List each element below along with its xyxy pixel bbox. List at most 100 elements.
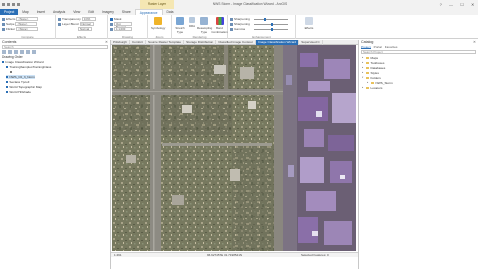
sharpening-slider[interactable] <box>254 18 288 21</box>
map-view[interactable] <box>112 45 356 251</box>
flicker-icon <box>2 27 5 31</box>
flicker-dropdown[interactable]: <None> <box>16 27 39 31</box>
catalog-item[interactable]: ▸ Styles <box>362 71 379 75</box>
list-by-drawing-order-icon[interactable] <box>2 50 6 54</box>
catalog-item[interactable]: ▸ NWS_Storm <box>367 81 393 85</box>
layer-visibility-checkbox[interactable] <box>6 80 9 84</box>
imagery-map <box>112 45 356 251</box>
contents-item[interactable]: Image Classification Wizard <box>2 60 44 64</box>
mask-button[interactable]: Mask <box>114 17 121 21</box>
folder-icon <box>365 71 369 75</box>
folder-icon <box>365 61 369 65</box>
layer-blend-icon <box>58 22 61 26</box>
catalog-tab-favorites[interactable]: Favorites <box>385 45 398 49</box>
chevron-right-icon[interactable]: ▸ <box>367 81 369 85</box>
slider-knob[interactable] <box>271 23 273 26</box>
swipe-dropdown[interactable]: <None> <box>15 22 38 26</box>
close-icon[interactable]: ✕ <box>105 40 110 45</box>
map-coordinates: 96.927457E 31.7198541N <box>207 253 243 257</box>
group-label-drawing: Drawing <box>121 35 133 39</box>
ribbon-group-drawing: Mask Out Beyond 1:1,000 Drawing <box>108 15 148 39</box>
list-by-labeling-icon[interactable] <box>32 50 36 54</box>
contents-pane: Contents ✕ Search Drawing Order Image Cla… <box>0 40 111 269</box>
group-label-compare: Compare <box>21 35 34 39</box>
contents-item[interactable]: Seclass Tpcoll <box>6 80 29 84</box>
contents-item[interactable]: World Hillshade <box>6 90 31 94</box>
ribbon-group-compare: Effects <None> Swipe <None> Flicker <None> … <box>0 15 56 39</box>
list-by-editing-icon[interactable] <box>20 50 24 54</box>
quick-access-toolbar[interactable] <box>2 1 32 7</box>
window-title: NWS Storm - Image Classification Wizard … <box>212 2 288 15</box>
dra-icon <box>189 17 195 23</box>
contrast-slider[interactable] <box>254 23 288 26</box>
blend-mode-dropdown[interactable]: Normal <box>78 27 92 31</box>
slider-knob[interactable] <box>271 28 273 31</box>
chevron-right-icon[interactable]: ▸ <box>362 56 364 60</box>
catalog-item[interactable]: ▸ Databases <box>362 66 385 70</box>
symbology-button[interactable]: Symbology <box>151 17 165 30</box>
minimize-icon[interactable]: — <box>449 2 453 7</box>
catalog-item[interactable]: ▸ Locators <box>362 86 382 90</box>
chevron-right-icon[interactable]: ▸ <box>362 66 364 70</box>
mask-icon <box>110 17 113 21</box>
chevron-down-icon[interactable]: ▾ <box>362 76 364 80</box>
redo-icon[interactable] <box>12 2 15 6</box>
maximize-icon[interactable]: ☐ <box>460 2 464 7</box>
open-icon[interactable] <box>17 2 20 6</box>
map-area: Pittsburgh Comfort Source Raster Template S… <box>111 40 358 269</box>
max-scale-icon <box>110 27 113 31</box>
resampling-button[interactable]: Resampling Type <box>197 17 212 34</box>
contents-item[interactable]: NWS_Clt_3_Norm <box>6 75 35 79</box>
chevron-right-icon[interactable]: ▸ <box>362 86 364 90</box>
ribbon: Effects <None> Swipe <None> Flicker <None> … <box>0 15 478 39</box>
layer-visibility-checkbox[interactable] <box>6 65 9 69</box>
layer-blend-dropdown[interactable]: Normal <box>79 22 94 26</box>
slider-knob[interactable] <box>264 18 266 21</box>
gamma-slider[interactable] <box>254 28 288 31</box>
layer-visibility-checkbox[interactable] <box>2 60 5 64</box>
stretch-type-button[interactable]: Stretch Type <box>173 17 187 34</box>
scale-dropdown[interactable]: 1:1,000 <box>114 27 132 31</box>
effects-dropdown[interactable]: <None> <box>16 17 39 21</box>
catalog-tab-project[interactable]: Project <box>361 45 371 49</box>
layer-visibility-checkbox[interactable] <box>6 85 9 89</box>
catalog-item-label: Databases <box>370 66 386 70</box>
layer-visibility-checkbox[interactable] <box>6 90 9 94</box>
list-by-selection-icon[interactable] <box>14 50 18 54</box>
help-icon[interactable]: ? <box>440 2 442 7</box>
dra-button[interactable]: DRA <box>187 17 197 28</box>
list-by-source-icon[interactable] <box>8 50 12 54</box>
chevron-right-icon[interactable]: ▸ <box>362 71 364 75</box>
catalog-tab-portal[interactable]: Portal <box>374 45 382 49</box>
effects-button[interactable]: Effects <box>302 17 316 30</box>
band-combination-button[interactable]: Band Combination <box>211 17 228 34</box>
close-icon[interactable]: ✕ <box>473 40 478 45</box>
contents-item-label: TrainingSamplesTrainingClass <box>9 65 52 69</box>
contents-item[interactable]: World Topographic Map <box>6 85 42 89</box>
ribbon-group-enhancement: Sharpening Sharpening Gamma Enhancement <box>228 15 296 39</box>
contents-item[interactable]: TrainingSamplesTrainingClass <box>6 65 51 69</box>
contrast-label: Sharpening <box>234 22 250 26</box>
contents-item-label: Seclass Tpcoll <box>9 80 30 84</box>
transparency-input[interactable]: 0.0% <box>81 17 96 21</box>
layer-visibility-checkbox[interactable] <box>10 70 13 74</box>
ribbon-group-extra: Effects <box>296 15 322 39</box>
catalog-tabs: Project Portal Favorites <box>359 45 478 49</box>
layer-visibility-checkbox[interactable] <box>6 75 9 79</box>
contents-item-label: World Topographic Map <box>9 85 42 89</box>
min-scale-dropdown[interactable]: Out Beyond <box>114 22 132 29</box>
close-icon[interactable]: ✕ <box>471 2 474 7</box>
contents-item[interactable] <box>10 70 13 74</box>
catalog-item[interactable]: ▸ Toolboxes <box>362 61 384 65</box>
save-icon[interactable] <box>2 2 5 6</box>
group-label-rendering: Rendering <box>192 35 207 39</box>
group-label-enhancement: Enhancement <box>252 35 271 39</box>
catalog-search-input[interactable]: Search Project <box>361 50 476 54</box>
map-scale[interactable]: 1:491 <box>114 253 122 258</box>
catalog-item[interactable]: ▸ Maps <box>362 56 378 60</box>
undo-icon[interactable] <box>7 2 10 6</box>
catalog-item[interactable]: ▾ Folders <box>362 76 381 80</box>
stretch-icon <box>176 17 184 25</box>
chevron-right-icon[interactable]: ▸ <box>362 61 364 65</box>
list-by-snapping-icon[interactable] <box>26 50 30 54</box>
